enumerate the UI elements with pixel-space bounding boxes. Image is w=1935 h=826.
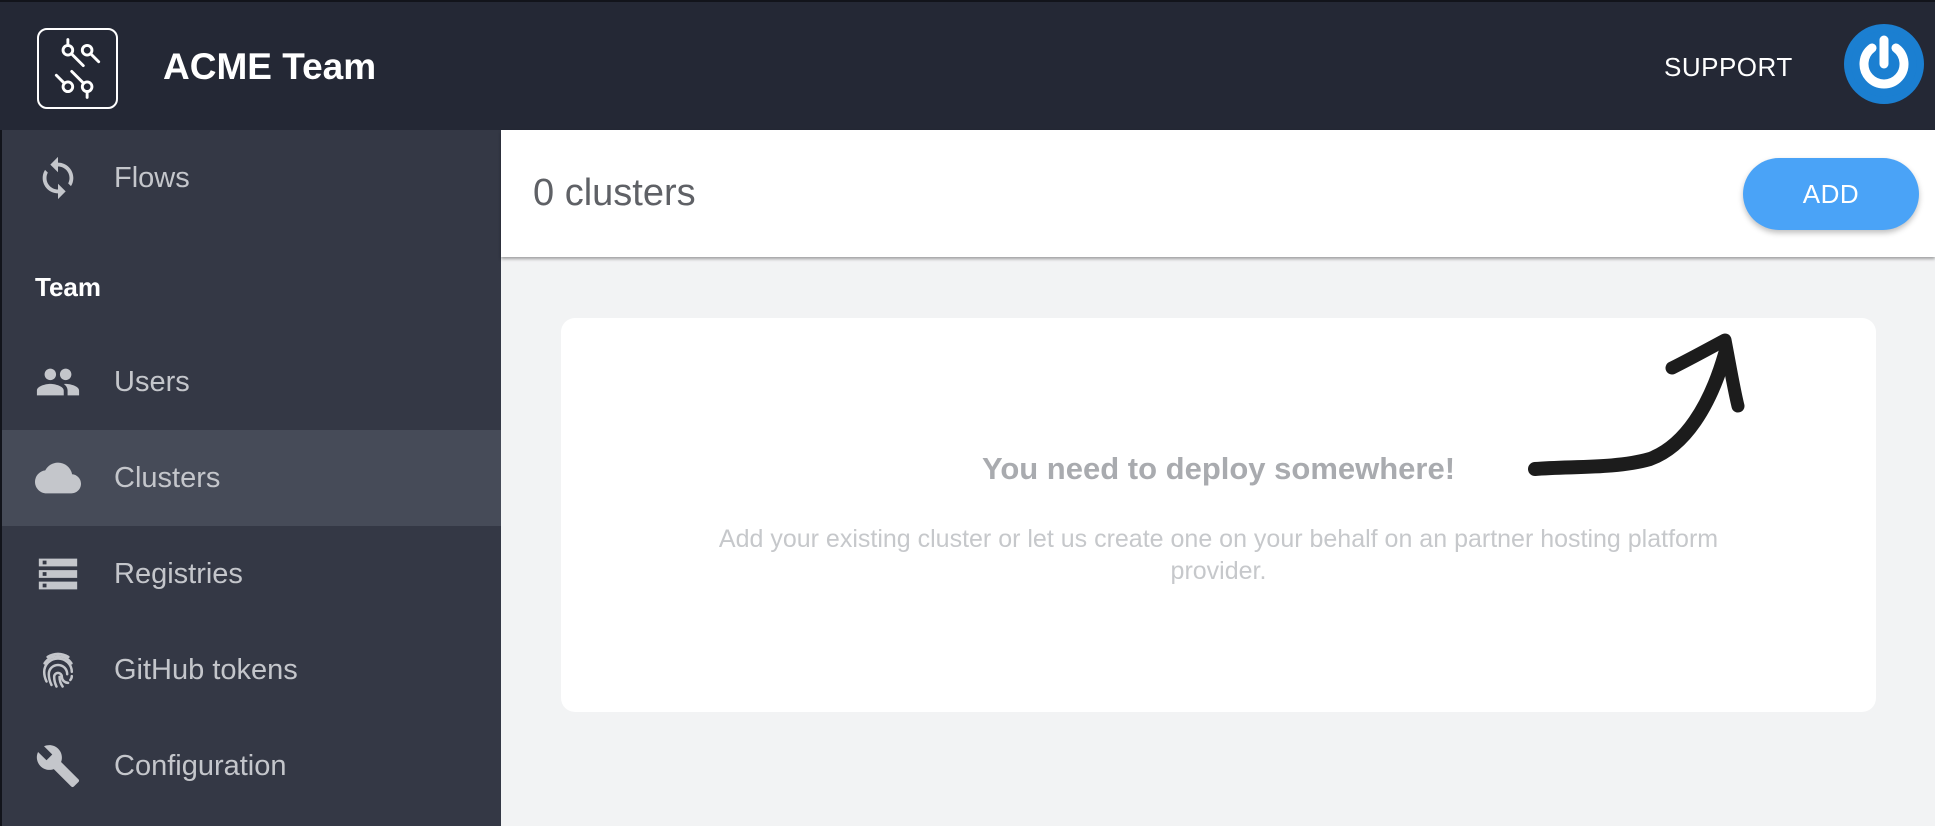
sidebar-item-flows[interactable]: Flows [2,130,501,226]
sidebar-item-users[interactable]: Users [2,334,501,430]
people-icon [34,358,82,406]
sidebar-item-configuration[interactable]: Configuration [2,718,501,814]
sidebar-item-label: Clusters [114,461,221,494]
sidebar-item-github-tokens[interactable]: GitHub tokens [2,622,501,718]
wrench-icon [34,742,82,790]
add-cluster-button[interactable]: ADD [1743,158,1919,230]
content-header: 0 clusters ADD [501,130,1935,257]
fingerprint-icon [34,646,82,694]
sidebar-item-clusters[interactable]: Clusters [2,430,501,526]
user-avatar[interactable] [1844,24,1924,104]
sidebar-item-label: Users [114,365,190,398]
cloud-icon [34,454,82,502]
cluster-count: 0 clusters [533,172,696,214]
power-icon [1851,31,1917,97]
section-heading-team: Team [35,272,101,302]
circuit-logo-icon[interactable] [37,28,118,109]
sidebar-item-registries[interactable]: Registries [2,526,501,622]
top-bar: ACME Team SUPPORT [0,0,1935,130]
sidebar-item-label: GitHub tokens [114,653,298,686]
empty-state-description: Add your existing cluster or let us crea… [718,525,1719,585]
sidebar-item-label: Flows [114,161,190,194]
sidebar-item-label: Registries [114,557,243,590]
sidebar: Flows Team Users Clusters Registries Git… [0,130,501,826]
support-link[interactable]: SUPPORT [1664,52,1793,83]
storage-icon [34,550,82,598]
hand-drawn-arrow-icon [1528,333,1745,476]
sync-icon [34,154,82,202]
team-title: ACME Team [163,46,377,87]
sidebar-item-label: Configuration [114,749,287,782]
